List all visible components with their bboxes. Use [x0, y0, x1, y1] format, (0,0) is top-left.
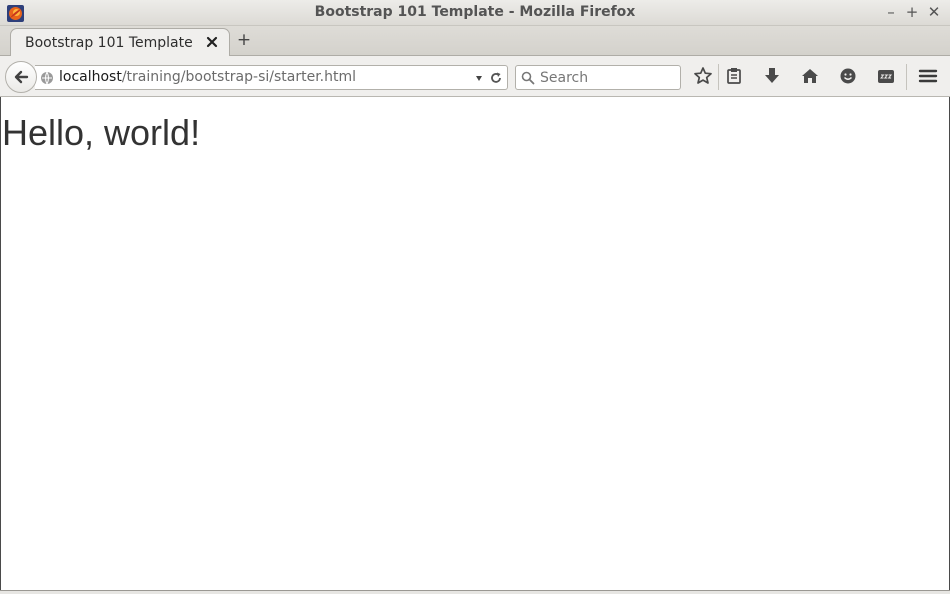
- url-path: /training/bootstrap-si/starter.html: [121, 69, 357, 85]
- minimize-button[interactable]: –: [882, 3, 900, 21]
- reading-list-icon: [727, 68, 741, 84]
- reload-icon[interactable]: [489, 71, 503, 85]
- page-content: Hello, world!: [0, 97, 950, 591]
- sleep-tab-button[interactable]: [875, 65, 897, 87]
- search-icon: [521, 71, 535, 85]
- menu-button[interactable]: [917, 65, 939, 87]
- url-history-dropdown-icon[interactable]: [476, 76, 482, 81]
- home-button[interactable]: [799, 65, 821, 87]
- back-arrow-icon: [14, 70, 29, 84]
- bookmark-star-icon: [694, 67, 712, 84]
- maximize-button[interactable]: +: [903, 3, 921, 21]
- downloads-button[interactable]: [761, 65, 783, 87]
- hello-chat-icon: [840, 68, 856, 84]
- new-tab-button[interactable]: +: [236, 32, 252, 49]
- toolbar-separator: [906, 64, 907, 90]
- hello-button[interactable]: [837, 65, 859, 87]
- browser-window: Bootstrap 101 Template - Mozilla Firefox…: [0, 0, 950, 594]
- url-text[interactable]: localhost/training/bootstrap-si/starter.…: [59, 69, 356, 85]
- window-bottom-border: [0, 590, 950, 594]
- window-title: Bootstrap 101 Template - Mozilla Firefox: [314, 4, 636, 20]
- navigation-toolbar: localhost/training/bootstrap-si/starter.…: [0, 56, 950, 97]
- page-heading: Hello, world!: [2, 112, 201, 153]
- close-tab-icon[interactable]: [205, 35, 219, 49]
- title-bar: Bootstrap 101 Template - Mozilla Firefox…: [0, 0, 950, 26]
- tab-label: Bootstrap 101 Template: [25, 35, 193, 51]
- search-bar[interactable]: [515, 65, 681, 90]
- back-button[interactable]: [5, 61, 37, 93]
- url-bar[interactable]: localhost/training/bootstrap-si/starter.…: [35, 65, 508, 90]
- tab-strip: Bootstrap 101 Template +: [0, 26, 950, 57]
- url-host: localhost: [59, 69, 122, 85]
- close-window-button[interactable]: ✕: [925, 3, 943, 21]
- reading-list-button[interactable]: [723, 65, 745, 87]
- bookmark-button[interactable]: [692, 65, 714, 87]
- pocket-sleep-icon: [878, 70, 894, 83]
- home-icon: [802, 69, 818, 83]
- hamburger-menu-icon: [918, 69, 938, 83]
- search-input[interactable]: [540, 68, 675, 87]
- globe-icon: [41, 71, 53, 85]
- tab-bootstrap-template[interactable]: Bootstrap 101 Template: [10, 28, 230, 57]
- toolbar-separator: [718, 64, 719, 90]
- download-icon: [765, 68, 779, 83]
